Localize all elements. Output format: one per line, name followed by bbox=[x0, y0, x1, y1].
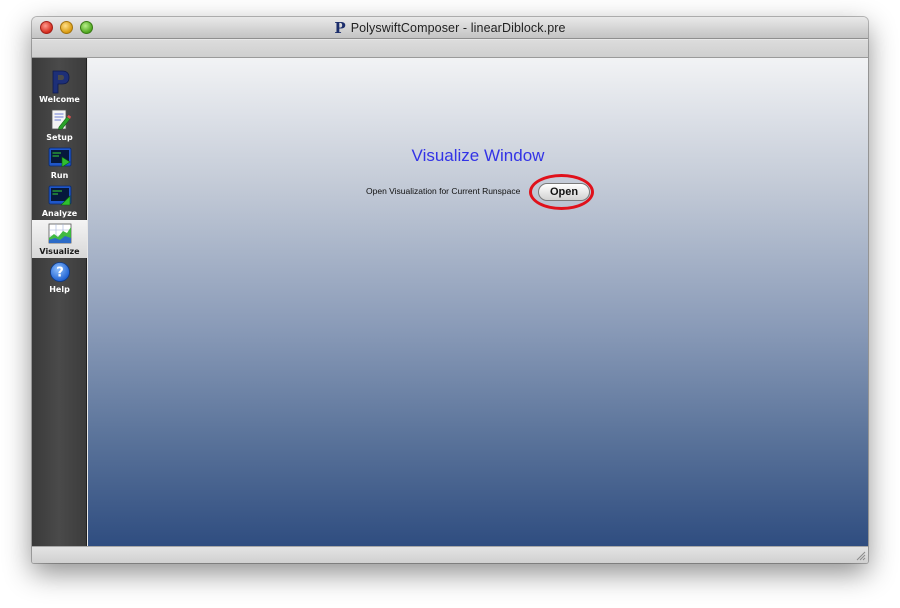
chart-visualize-icon bbox=[47, 222, 73, 246]
sidebar-item-welcome[interactable]: Welcome bbox=[32, 68, 87, 106]
help-question-icon: ? bbox=[47, 260, 73, 284]
sidebar-item-run[interactable]: Run bbox=[32, 144, 87, 182]
title-bar[interactable]: P PolyswiftComposer - linearDiblock.pre bbox=[32, 17, 868, 39]
status-bar bbox=[32, 546, 868, 563]
sidebar-item-label: Run bbox=[50, 171, 69, 180]
app-logo-icon: P bbox=[334, 18, 346, 37]
sidebar-item-label: Welcome bbox=[39, 95, 80, 104]
sidebar-item-label: Analyze bbox=[41, 209, 78, 218]
sidebar-item-label: Help bbox=[49, 285, 70, 294]
sidebar: Welcome Setup Run Analyze Visualize ? He… bbox=[32, 58, 87, 546]
open-visualization-label: Open Visualization for Current Runspace bbox=[366, 186, 521, 196]
sidebar-item-help[interactable]: ? Help bbox=[32, 258, 87, 296]
app-window: P PolyswiftComposer - linearDiblock.pre … bbox=[32, 17, 868, 563]
open-visualization-row: Open Visualization for Current Runspace … bbox=[88, 174, 868, 210]
open-visualization-button[interactable]: Open bbox=[538, 183, 590, 201]
window-title: PolyswiftComposer - linearDiblock.pre bbox=[350, 21, 566, 35]
resize-grip-icon[interactable] bbox=[855, 550, 866, 561]
toolbar-strip bbox=[32, 40, 868, 58]
sidebar-item-analyze[interactable]: Analyze bbox=[32, 182, 87, 220]
sidebar-item-label: Visualize bbox=[39, 247, 80, 256]
sidebar-item-setup[interactable]: Setup bbox=[32, 106, 87, 144]
terminal-run-icon bbox=[47, 146, 73, 170]
visualize-panel: Visualize Window Open Visualization for … bbox=[88, 58, 868, 546]
svg-text:?: ? bbox=[56, 266, 64, 281]
document-edit-icon bbox=[47, 108, 73, 132]
terminal-analyze-icon bbox=[47, 184, 73, 208]
page-title: Visualize Window bbox=[411, 146, 545, 165]
polyswift-logo-icon bbox=[47, 70, 73, 94]
window-title-group: P PolyswiftComposer - linearDiblock.pre bbox=[32, 17, 868, 39]
sidebar-item-label: Setup bbox=[46, 133, 73, 142]
sidebar-item-visualize[interactable]: Visualize bbox=[32, 220, 87, 258]
